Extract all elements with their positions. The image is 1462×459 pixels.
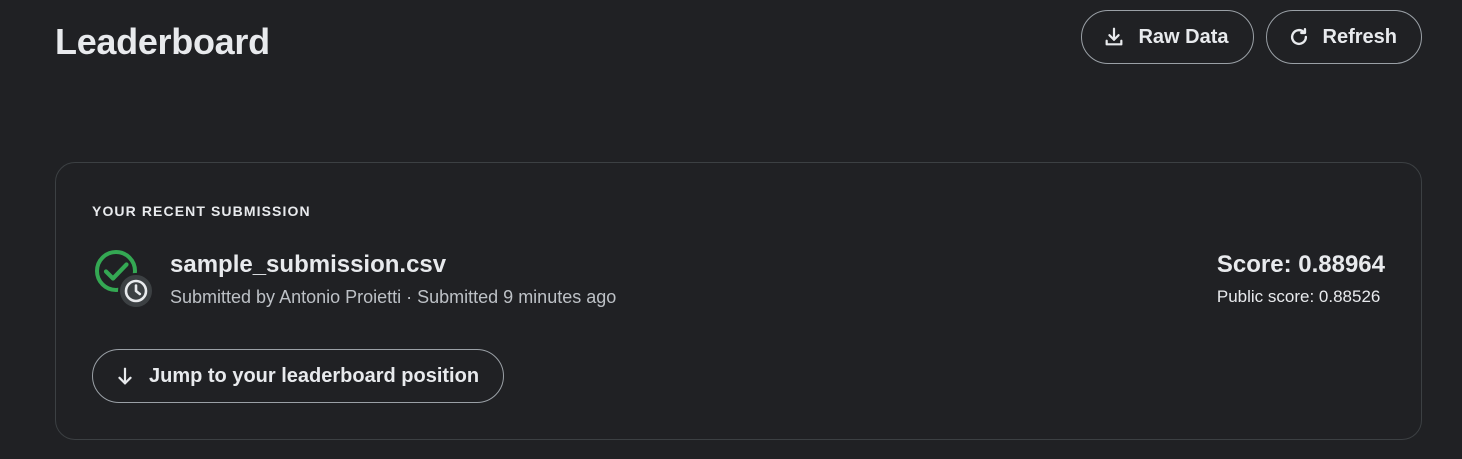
refresh-icon	[1287, 25, 1311, 49]
download-icon	[1102, 25, 1126, 49]
arrow-down-icon	[113, 364, 137, 388]
raw-data-button[interactable]: Raw Data	[1081, 10, 1254, 64]
raw-data-label: Raw Data	[1138, 25, 1229, 48]
header-actions: Raw Data Refresh	[1081, 10, 1422, 64]
refresh-label: Refresh	[1322, 25, 1397, 48]
submission-file-name: sample_submission.csv	[170, 251, 447, 278]
submission-meta: Submitted by Antonio Proietti · Submitte…	[170, 287, 617, 307]
score-block: Score: 0.88964 Public score: 0.88526	[1217, 251, 1385, 307]
clock-icon	[118, 273, 154, 309]
submission-status	[94, 249, 158, 313]
recent-submission-label: YOUR RECENT SUBMISSION	[92, 203, 311, 219]
public-score: Public score: 0.88526	[1216, 287, 1381, 306]
refresh-button[interactable]: Refresh	[1265, 10, 1422, 64]
recent-submission-card: YOUR RECENT SUBMISSION sample_submission…	[55, 162, 1422, 440]
jump-to-position-button[interactable]: Jump to your leaderboard position	[92, 349, 505, 403]
check-circle-icon	[95, 250, 154, 309]
page-title: Leaderboard	[55, 21, 270, 62]
submission-score: Score: 0.88964	[1216, 251, 1385, 278]
jump-to-position-label: Jump to your leaderboard position	[149, 364, 480, 387]
